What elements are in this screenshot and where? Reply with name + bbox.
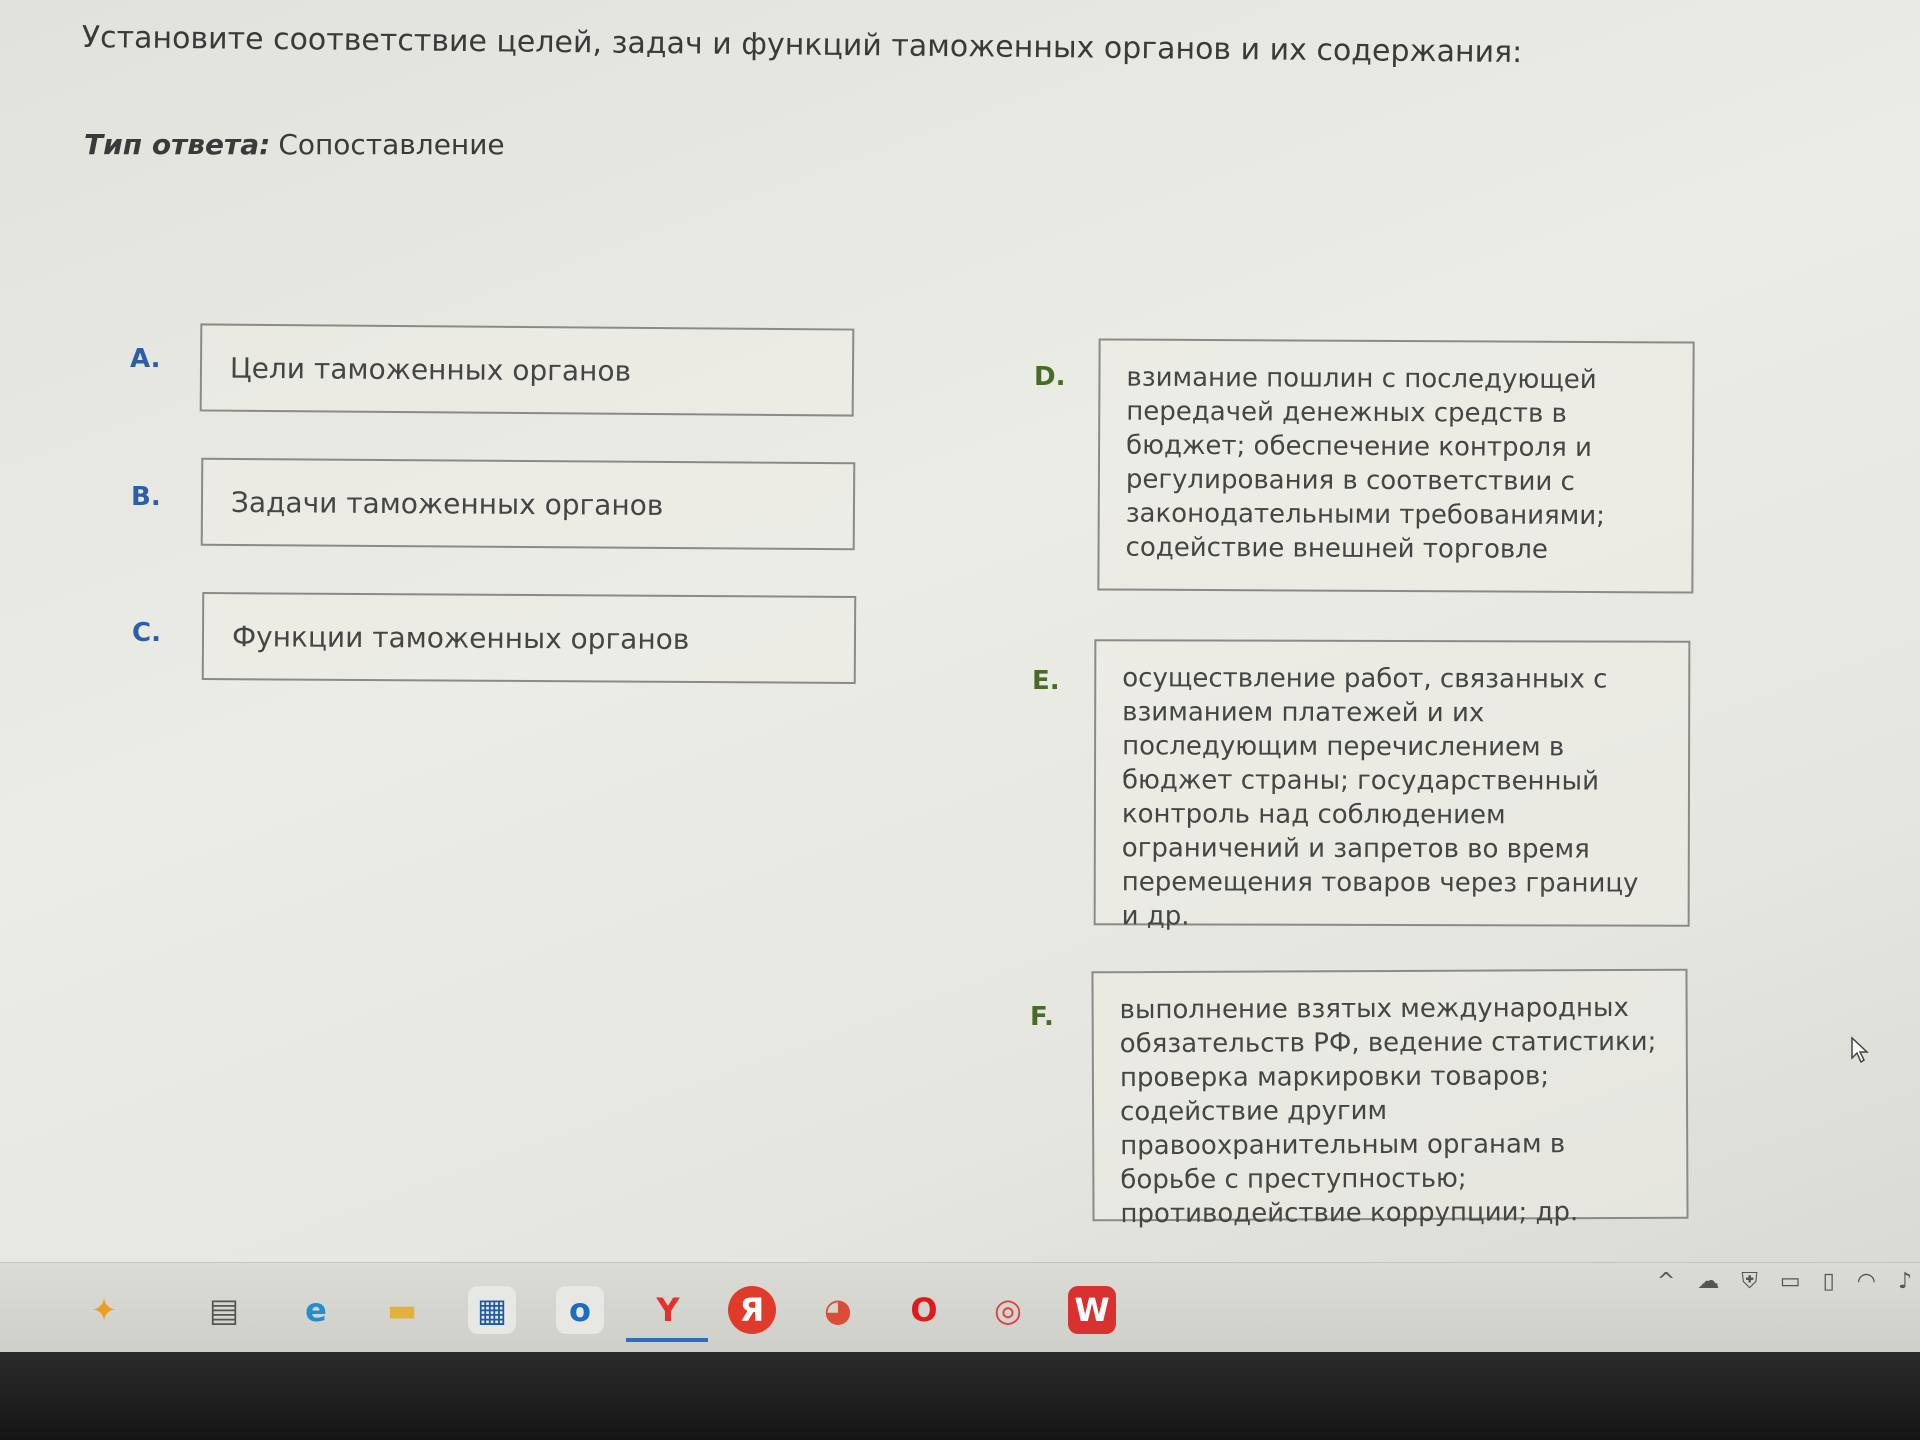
- task-view-icon[interactable]: ▤: [200, 1286, 248, 1334]
- question-text: Установите соответствие целей, задач и ф…: [81, 20, 1523, 71]
- wps-office-icon[interactable]: W: [1068, 1286, 1116, 1334]
- left-item-letter-c: C.: [132, 618, 161, 648]
- outlook-icon[interactable]: o: [556, 1286, 604, 1334]
- shield-icon[interactable]: ⛨: [1741, 1269, 1758, 1294]
- yandex-browser-icon[interactable]: Y: [644, 1286, 692, 1334]
- match-item-c-text: Функции таможенных органов: [231, 619, 690, 656]
- match-item-f[interactable]: выполнение взятых международных обязател…: [1091, 968, 1689, 1229]
- answer-type-label: Тип ответа:: [84, 128, 271, 161]
- chrome-icon[interactable]: ◕: [814, 1286, 862, 1334]
- volume-icon[interactable]: ♪: [1898, 1269, 1912, 1294]
- taskbar: [0, 1262, 1920, 1353]
- match-item-e[interactable]: осуществление работ, связанных с взимани…: [1093, 639, 1691, 931]
- match-item-a[interactable]: Цели таможенных органов: [199, 323, 855, 417]
- opera-gx-icon[interactable]: ◎: [984, 1286, 1032, 1334]
- store-icon[interactable]: ▦: [468, 1286, 516, 1334]
- right-item-letter-e: E.: [1032, 666, 1060, 696]
- match-item-d[interactable]: взимание пошлин с последующей передачей …: [1097, 338, 1695, 594]
- file-explorer-icon[interactable]: ▬: [378, 1286, 426, 1334]
- edge-icon[interactable]: e: [292, 1286, 340, 1334]
- mouse-cursor-icon: [1851, 1036, 1869, 1064]
- match-item-f-text: выполнение взятых международных обязател…: [1119, 992, 1657, 1230]
- left-item-letter-b: B.: [131, 482, 161, 512]
- match-item-b-text: Задачи таможенных органов: [230, 485, 664, 522]
- monitor-bezel: [0, 1352, 1920, 1440]
- meet-now-icon[interactable]: ▭: [1780, 1269, 1801, 1294]
- left-item-letter-a: A.: [130, 344, 161, 374]
- copilot-icon[interactable]: ✦: [80, 1286, 128, 1334]
- cloud-icon[interactable]: ☁: [1697, 1269, 1719, 1294]
- opera-icon[interactable]: O: [900, 1286, 948, 1334]
- match-item-e-text: осуществление работ, связанных с взимани…: [1121, 663, 1639, 932]
- wifi-icon[interactable]: ◠: [1857, 1269, 1876, 1294]
- match-item-c[interactable]: Функции таможенных органов: [201, 592, 857, 684]
- yandex-icon[interactable]: Я: [728, 1286, 776, 1334]
- chevron-up-icon[interactable]: ^: [1657, 1269, 1675, 1294]
- active-app-indicator: [626, 1338, 708, 1342]
- match-item-a-text: Цели таможенных органов: [229, 351, 632, 388]
- right-item-letter-d: D.: [1034, 362, 1066, 392]
- answer-type: Тип ответа: Сопоставление: [84, 128, 505, 161]
- battery-icon[interactable]: ▯: [1823, 1269, 1835, 1294]
- match-item-b[interactable]: Задачи таможенных органов: [200, 457, 856, 551]
- system-tray: ^ ☁ ⛨ ▭ ▯ ◠ ♪: [1657, 1266, 1912, 1296]
- right-item-letter-f: F.: [1030, 1002, 1054, 1032]
- answer-type-value: Сопоставление: [278, 128, 505, 161]
- quiz-page: Установите соответствие целей, задач и ф…: [0, 0, 1920, 1262]
- match-item-d-text: взимание пошлин с последующей передачей …: [1125, 362, 1606, 565]
